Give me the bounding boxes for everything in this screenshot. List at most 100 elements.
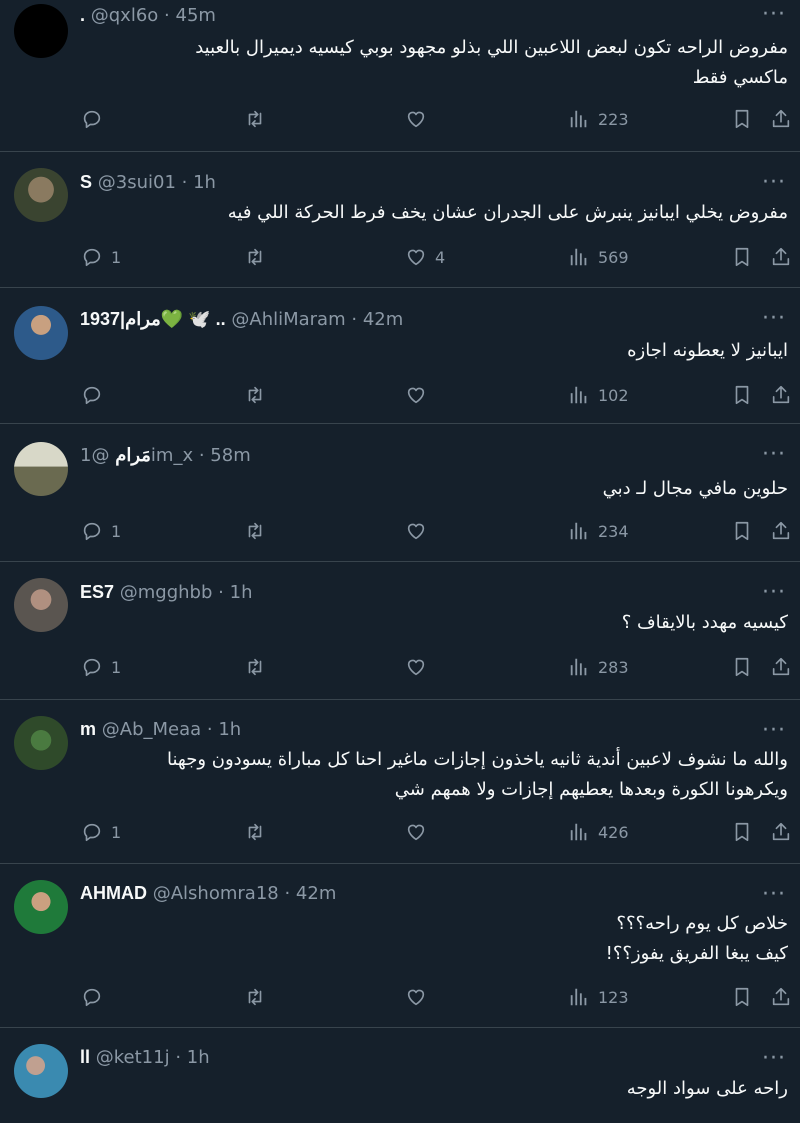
tweet-text: حلوين مافي مجال لـ دبي	[602, 478, 788, 499]
timestamp[interactable]: 1h	[187, 1047, 210, 1068]
user-handle[interactable]: @qxl6o	[91, 5, 159, 26]
more-options-icon[interactable]: ···	[762, 308, 786, 330]
retweet-button[interactable]	[244, 982, 266, 1012]
tweet[interactable]: m @Ab_Meaa · 1h ··· والله ما نشوف لاعبين…	[0, 700, 800, 864]
views-button[interactable]: 223	[568, 104, 629, 134]
views-button[interactable]: 569	[568, 242, 629, 272]
reply-button[interactable]: 1	[81, 516, 121, 546]
bookmark-button[interactable]	[731, 652, 753, 682]
like-button[interactable]	[405, 652, 435, 682]
timestamp[interactable]: 1h	[218, 719, 241, 740]
tweet[interactable]: ES7 @mgghbb · 1h ··· كيسيه مهدد بالايقاف…	[0, 562, 800, 700]
view-count: 223	[598, 109, 629, 129]
like-button[interactable]	[405, 516, 435, 546]
user-handle[interactable]: @ket11j	[96, 1047, 170, 1068]
share-button[interactable]	[770, 242, 792, 272]
retweet-button[interactable]	[244, 652, 266, 682]
share-button[interactable]	[770, 516, 792, 546]
view-count: 283	[598, 657, 629, 677]
timestamp[interactable]: 45m	[176, 5, 216, 26]
views-button[interactable]: 283	[568, 652, 629, 682]
tweet[interactable]: S @3sui01 · 1h ··· مفروض يخلي ايبانيز ين…	[0, 152, 800, 288]
retweet-button[interactable]	[244, 380, 266, 410]
bookmark-button[interactable]	[731, 516, 753, 546]
bookmark-icon	[735, 657, 749, 677]
more-options-icon[interactable]: ···	[762, 172, 786, 194]
timestamp[interactable]: 1h	[193, 172, 216, 193]
reply-button[interactable]: 1	[81, 817, 121, 847]
views-chart-icon	[570, 248, 587, 266]
avatar[interactable]	[14, 442, 68, 496]
user-handle[interactable]: @Ab_Meaa	[102, 719, 201, 740]
display-name[interactable]: ES7	[80, 582, 114, 602]
avatar[interactable]	[14, 4, 68, 58]
display-name[interactable]: m	[80, 719, 96, 739]
tweet[interactable]: مَرام @1im_x · 58m ··· حلوين مافي مجال ل…	[0, 424, 800, 562]
retweet-button[interactable]	[244, 242, 266, 272]
timestamp[interactable]: 42m	[363, 309, 403, 330]
more-options-icon[interactable]: ···	[762, 582, 786, 604]
timestamp[interactable]: 58m	[210, 445, 250, 466]
like-button[interactable]	[405, 982, 435, 1012]
views-button[interactable]: 234	[568, 516, 629, 546]
bookmark-button[interactable]	[731, 242, 753, 272]
share-button[interactable]	[770, 982, 792, 1012]
views-button[interactable]: 123	[568, 982, 629, 1012]
views-button[interactable]: 426	[568, 817, 629, 847]
bookmark-button[interactable]	[731, 817, 753, 847]
separator-dot: ·	[351, 309, 358, 330]
avatar[interactable]	[14, 880, 68, 934]
reply-button[interactable]	[81, 104, 111, 134]
tweet[interactable]: ll @ket11j · 1h ··· راحه على سواد الوجه	[0, 1028, 800, 1123]
share-button[interactable]	[770, 817, 792, 847]
like-button[interactable]	[405, 104, 435, 134]
action-bar: 223	[0, 104, 800, 134]
views-button[interactable]: 102	[568, 380, 629, 410]
avatar[interactable]	[14, 1044, 68, 1098]
share-icon	[772, 822, 790, 841]
retweet-button[interactable]	[244, 817, 266, 847]
user-handle[interactable]: @mgghbb	[120, 582, 213, 603]
user-handle[interactable]: @AhliMaram	[231, 309, 345, 330]
reply-button[interactable]: 1	[81, 652, 121, 682]
tweet[interactable]: AHMAD @Alshomra18 · 42m ··· خلاص كل يوم …	[0, 864, 800, 1028]
tweet-text: راحه على سواد الوجه	[626, 1078, 788, 1099]
share-button[interactable]	[770, 380, 792, 410]
avatar[interactable]	[14, 168, 68, 222]
separator-dot: ·	[206, 719, 213, 740]
tweet[interactable]: . @qxl6o · 45m ··· مفروض الراحه تكون لبع…	[0, 0, 800, 152]
display-name[interactable]: مَرام	[115, 445, 151, 465]
bookmark-button[interactable]	[731, 982, 753, 1012]
timestamp[interactable]: 42m	[296, 883, 336, 904]
user-handle[interactable]: @Alshomra18	[153, 883, 279, 904]
like-button[interactable]	[405, 817, 435, 847]
more-options-icon[interactable]: ···	[762, 884, 786, 906]
display-name[interactable]: .	[80, 5, 85, 25]
more-options-icon[interactable]: ···	[762, 444, 786, 466]
display-name[interactable]: AHMAD	[80, 883, 147, 903]
share-button[interactable]	[770, 104, 792, 134]
display-name[interactable]: S	[80, 172, 92, 192]
reply-count: 1	[111, 247, 122, 267]
avatar[interactable]	[14, 306, 68, 360]
reply-button[interactable]: 1	[81, 242, 121, 272]
user-handle[interactable]: @3sui01	[98, 172, 176, 193]
display-name[interactable]: ll	[80, 1047, 90, 1067]
bookmark-button[interactable]	[731, 380, 753, 410]
tweet[interactable]: 1937|مرام💚 🕊️ .. @AhliMaram · 42m ··· اي…	[0, 288, 800, 424]
like-button[interactable]: 4	[405, 242, 445, 272]
reply-button[interactable]	[81, 380, 111, 410]
retweet-button[interactable]	[244, 104, 266, 134]
reply-button[interactable]	[81, 982, 111, 1012]
more-options-icon[interactable]: ···	[762, 720, 786, 742]
retweet-button[interactable]	[244, 516, 266, 546]
avatar[interactable]	[14, 716, 68, 770]
timestamp[interactable]: 1h	[230, 582, 253, 603]
avatar[interactable]	[14, 578, 68, 632]
display-name[interactable]: 1937|مرام💚 🕊️ ..	[80, 309, 226, 329]
more-options-icon[interactable]: ···	[762, 1048, 786, 1070]
bookmark-button[interactable]	[731, 104, 753, 134]
share-button[interactable]	[770, 652, 792, 682]
like-button[interactable]	[405, 380, 435, 410]
more-options-icon[interactable]: ···	[762, 4, 786, 26]
